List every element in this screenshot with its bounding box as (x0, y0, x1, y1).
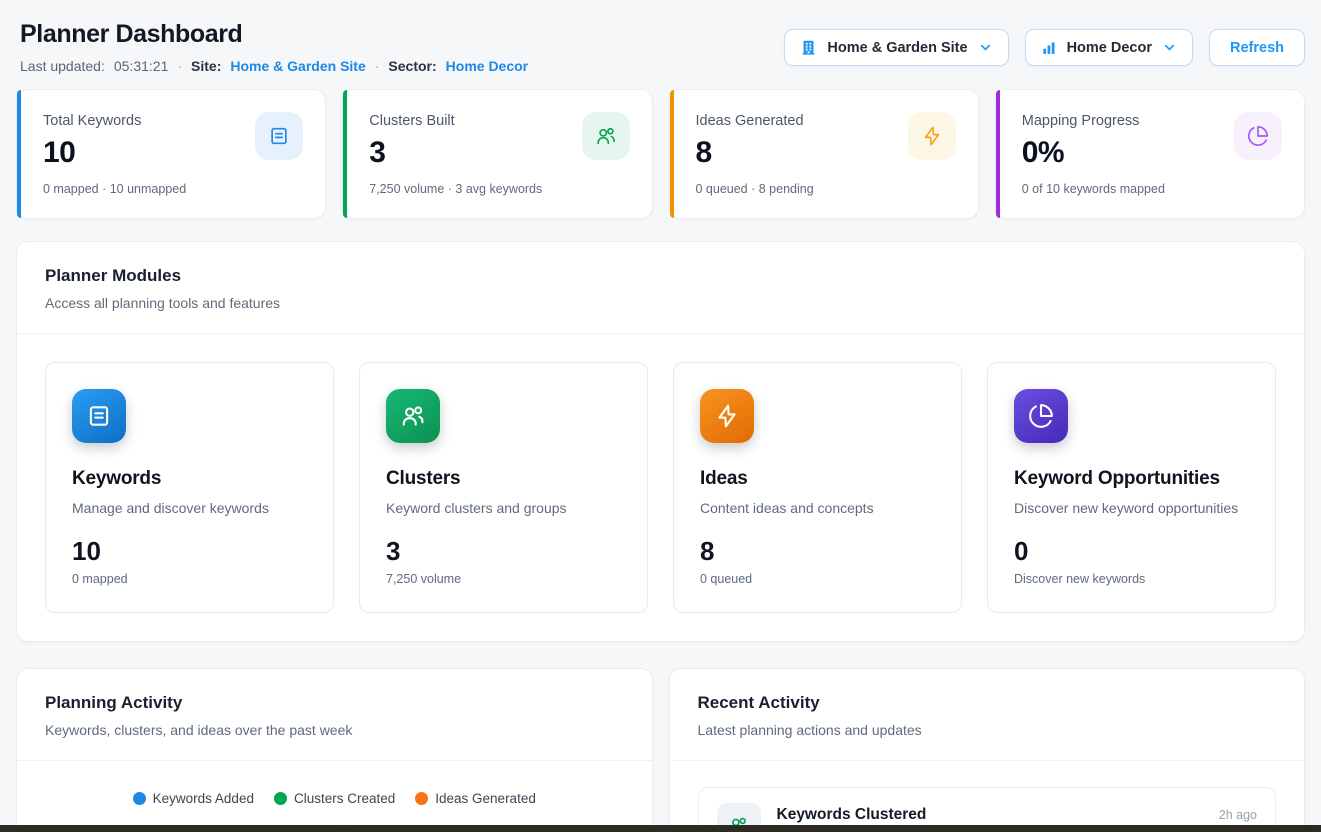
legend-item-keywords-added[interactable]: Keywords Added (133, 791, 254, 806)
module-description: Discover new keyword opportunities (1014, 500, 1249, 516)
recent-activity-panel: Recent Activity Latest planning actions … (669, 668, 1306, 832)
module-card-ideas[interactable]: Ideas Content ideas and concepts 8 0 que… (673, 362, 962, 613)
refresh-button[interactable]: Refresh (1209, 29, 1305, 66)
site-label: Site: (191, 58, 221, 74)
planner-modules-panel: Planner Modules Access all planning tool… (16, 241, 1305, 642)
header-left: Planner Dashboard Last updated: 05:31:21… (20, 20, 528, 74)
pie-chart-icon (1234, 112, 1282, 160)
stat-sub: 0 of 10 keywords mapped (1022, 182, 1282, 196)
module-title: Clusters (386, 468, 621, 490)
site-dropdown-label: Home & Garden Site (827, 40, 967, 56)
modules-panel-header: Planner Modules Access all planning tool… (17, 242, 1304, 334)
module-description: Keyword clusters and groups (386, 500, 621, 516)
meta-separator: · (177, 58, 182, 74)
meta-separator: · (375, 58, 380, 74)
module-description: Manage and discover keywords (72, 500, 307, 516)
legend-label: Ideas Generated (435, 791, 536, 806)
module-value: 0 (1014, 536, 1249, 567)
modules-panel-subtitle: Access all planning tools and features (45, 295, 1276, 311)
legend-dot-orange (415, 792, 428, 805)
modules-grid: Keywords Manage and discover keywords 10… (17, 334, 1304, 641)
sector-dropdown[interactable]: Home Decor (1025, 29, 1193, 66)
header-controls: Home & Garden Site Home Decor Refresh (784, 29, 1305, 66)
legend-item-ideas-generated[interactable]: Ideas Generated (415, 791, 536, 806)
planning-activity-header: Planning Activity Keywords, clusters, an… (17, 669, 652, 761)
document-icon (255, 112, 303, 160)
module-value: 8 (700, 536, 935, 567)
module-card-clusters[interactable]: Clusters Keyword clusters and groups 3 7… (359, 362, 648, 613)
planning-activity-subtitle: Keywords, clusters, and ideas over the p… (45, 722, 624, 738)
stat-card-clusters-built: Clusters Built 3 7,250 volume · 3 avg ke… (342, 89, 652, 219)
chevron-down-icon (978, 40, 993, 55)
site-dropdown[interactable]: Home & Garden Site (784, 29, 1008, 66)
module-description: Content ideas and concepts (700, 500, 935, 516)
sector-label: Sector: (388, 58, 436, 74)
module-sub: 0 queued (700, 572, 935, 586)
document-icon (72, 389, 126, 443)
activity-item-time: 2h ago (1219, 808, 1257, 822)
stat-card-total-keywords: Total Keywords 10 0 mapped · 10 unmapped (16, 89, 326, 219)
module-value: 3 (386, 536, 621, 567)
stat-sub: 7,250 volume · 3 avg keywords (369, 182, 629, 196)
module-value: 10 (72, 536, 307, 567)
accent-strip (670, 90, 674, 218)
sector-link[interactable]: Home Decor (446, 58, 528, 74)
last-updated-label: Last updated: (20, 58, 105, 74)
stat-cards-row: Total Keywords 10 0 mapped · 10 unmapped… (16, 89, 1305, 219)
stat-sub: 0 queued · 8 pending (696, 182, 956, 196)
site-link[interactable]: Home & Garden Site (230, 58, 365, 74)
planning-activity-title: Planning Activity (45, 693, 624, 713)
bar-chart-icon (1041, 40, 1057, 56)
chart-legend: Keywords Added Clusters Created Ideas Ge… (17, 791, 652, 806)
bottom-edge-bar (0, 825, 1321, 832)
chevron-down-icon (1162, 40, 1177, 55)
stat-sub: 0 mapped · 10 unmapped (43, 182, 303, 196)
bottom-row: Planning Activity Keywords, clusters, an… (16, 668, 1305, 832)
users-icon (386, 389, 440, 443)
module-sub: Discover new keywords (1014, 572, 1249, 586)
legend-dot-blue (133, 792, 146, 805)
module-card-keywords[interactable]: Keywords Manage and discover keywords 10… (45, 362, 334, 613)
legend-item-clusters-created[interactable]: Clusters Created (274, 791, 395, 806)
legend-label: Keywords Added (153, 791, 254, 806)
legend-label: Clusters Created (294, 791, 395, 806)
recent-activity-subtitle: Latest planning actions and updates (698, 722, 1277, 738)
pie-chart-icon (1014, 389, 1068, 443)
lightning-icon (908, 112, 956, 160)
accent-strip (996, 90, 1000, 218)
lightning-icon (700, 389, 754, 443)
header-meta: Last updated: 05:31:21 · Site: Home & Ga… (20, 58, 528, 74)
modules-panel-title: Planner Modules (45, 266, 1276, 286)
stat-card-ideas-generated: Ideas Generated 8 0 queued · 8 pending (669, 89, 979, 219)
accent-strip (343, 90, 347, 218)
module-sub: 7,250 volume (386, 572, 621, 586)
module-card-keyword-opportunities[interactable]: Keyword Opportunities Discover new keywo… (987, 362, 1276, 613)
module-title: Keywords (72, 468, 307, 490)
page-title: Planner Dashboard (20, 20, 528, 49)
module-title: Keyword Opportunities (1014, 468, 1249, 490)
module-title: Ideas (700, 468, 935, 490)
planning-activity-panel: Planning Activity Keywords, clusters, an… (16, 668, 653, 832)
recent-activity-header: Recent Activity Latest planning actions … (670, 669, 1305, 761)
stat-card-mapping-progress: Mapping Progress 0% 0 of 10 keywords map… (995, 89, 1305, 219)
header: Planner Dashboard Last updated: 05:31:21… (0, 0, 1321, 74)
activity-item-title: Keywords Clustered (777, 806, 927, 824)
legend-dot-green (274, 792, 287, 805)
accent-strip (17, 90, 21, 218)
module-sub: 0 mapped (72, 572, 307, 586)
building-icon (800, 39, 817, 56)
users-icon (582, 112, 630, 160)
last-updated-value: 05:31:21 (114, 58, 169, 74)
sector-dropdown-label: Home Decor (1067, 40, 1152, 56)
recent-activity-title: Recent Activity (698, 693, 1277, 713)
